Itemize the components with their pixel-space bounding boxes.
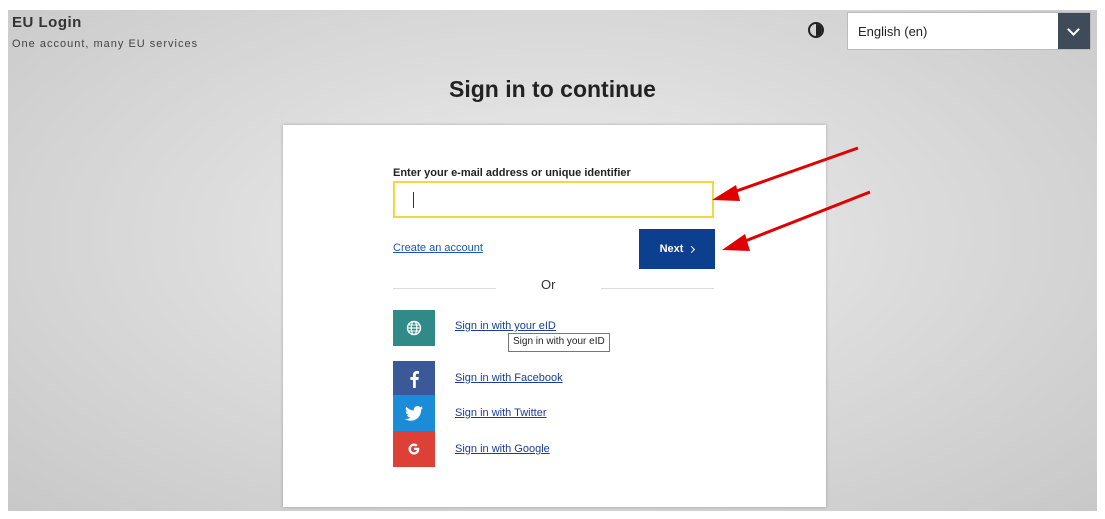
app-title: EU Login (12, 14, 82, 31)
contrast-icon[interactable] (808, 22, 824, 38)
globe-icon (406, 320, 422, 336)
tooltip: Sign in with your eID (508, 333, 610, 352)
divider-right (601, 288, 714, 289)
eid-provider-button[interactable] (393, 310, 435, 346)
eid-sign-in-link[interactable]: Sign in with your eID (455, 320, 556, 332)
next-button-label: Next (659, 243, 684, 255)
login-card: Enter your e-mail address or unique iden… (283, 125, 826, 507)
create-account-link[interactable]: Create an account (393, 242, 483, 254)
divider-left (393, 288, 496, 289)
chevron-down-icon[interactable] (1058, 13, 1090, 49)
twitter-icon (405, 405, 423, 421)
facebook-icon (410, 371, 419, 388)
page-title: Sign in to continue (449, 76, 656, 102)
email-field-label: Enter your e-mail address or unique iden… (393, 167, 631, 179)
twitter-provider-button[interactable] (393, 395, 435, 431)
next-button[interactable]: Next (639, 229, 715, 269)
page-background: EU Login One account, many EU services E… (8, 10, 1097, 511)
or-separator: Or (541, 277, 556, 292)
google-provider-button[interactable] (393, 431, 435, 467)
google-icon (408, 443, 420, 455)
facebook-provider-button[interactable] (393, 361, 435, 397)
google-sign-in-link[interactable]: Sign in with Google (455, 443, 550, 455)
text-caret (413, 192, 414, 208)
language-select[interactable]: English (en) (847, 12, 1091, 50)
app-subtitle: One account, many EU services (12, 38, 199, 50)
language-select-value: English (en) (858, 24, 928, 39)
email-field[interactable] (393, 181, 714, 218)
twitter-sign-in-link[interactable]: Sign in with Twitter (455, 407, 547, 419)
facebook-sign-in-link[interactable]: Sign in with Facebook (455, 372, 563, 384)
chevron-right-icon (688, 245, 696, 253)
